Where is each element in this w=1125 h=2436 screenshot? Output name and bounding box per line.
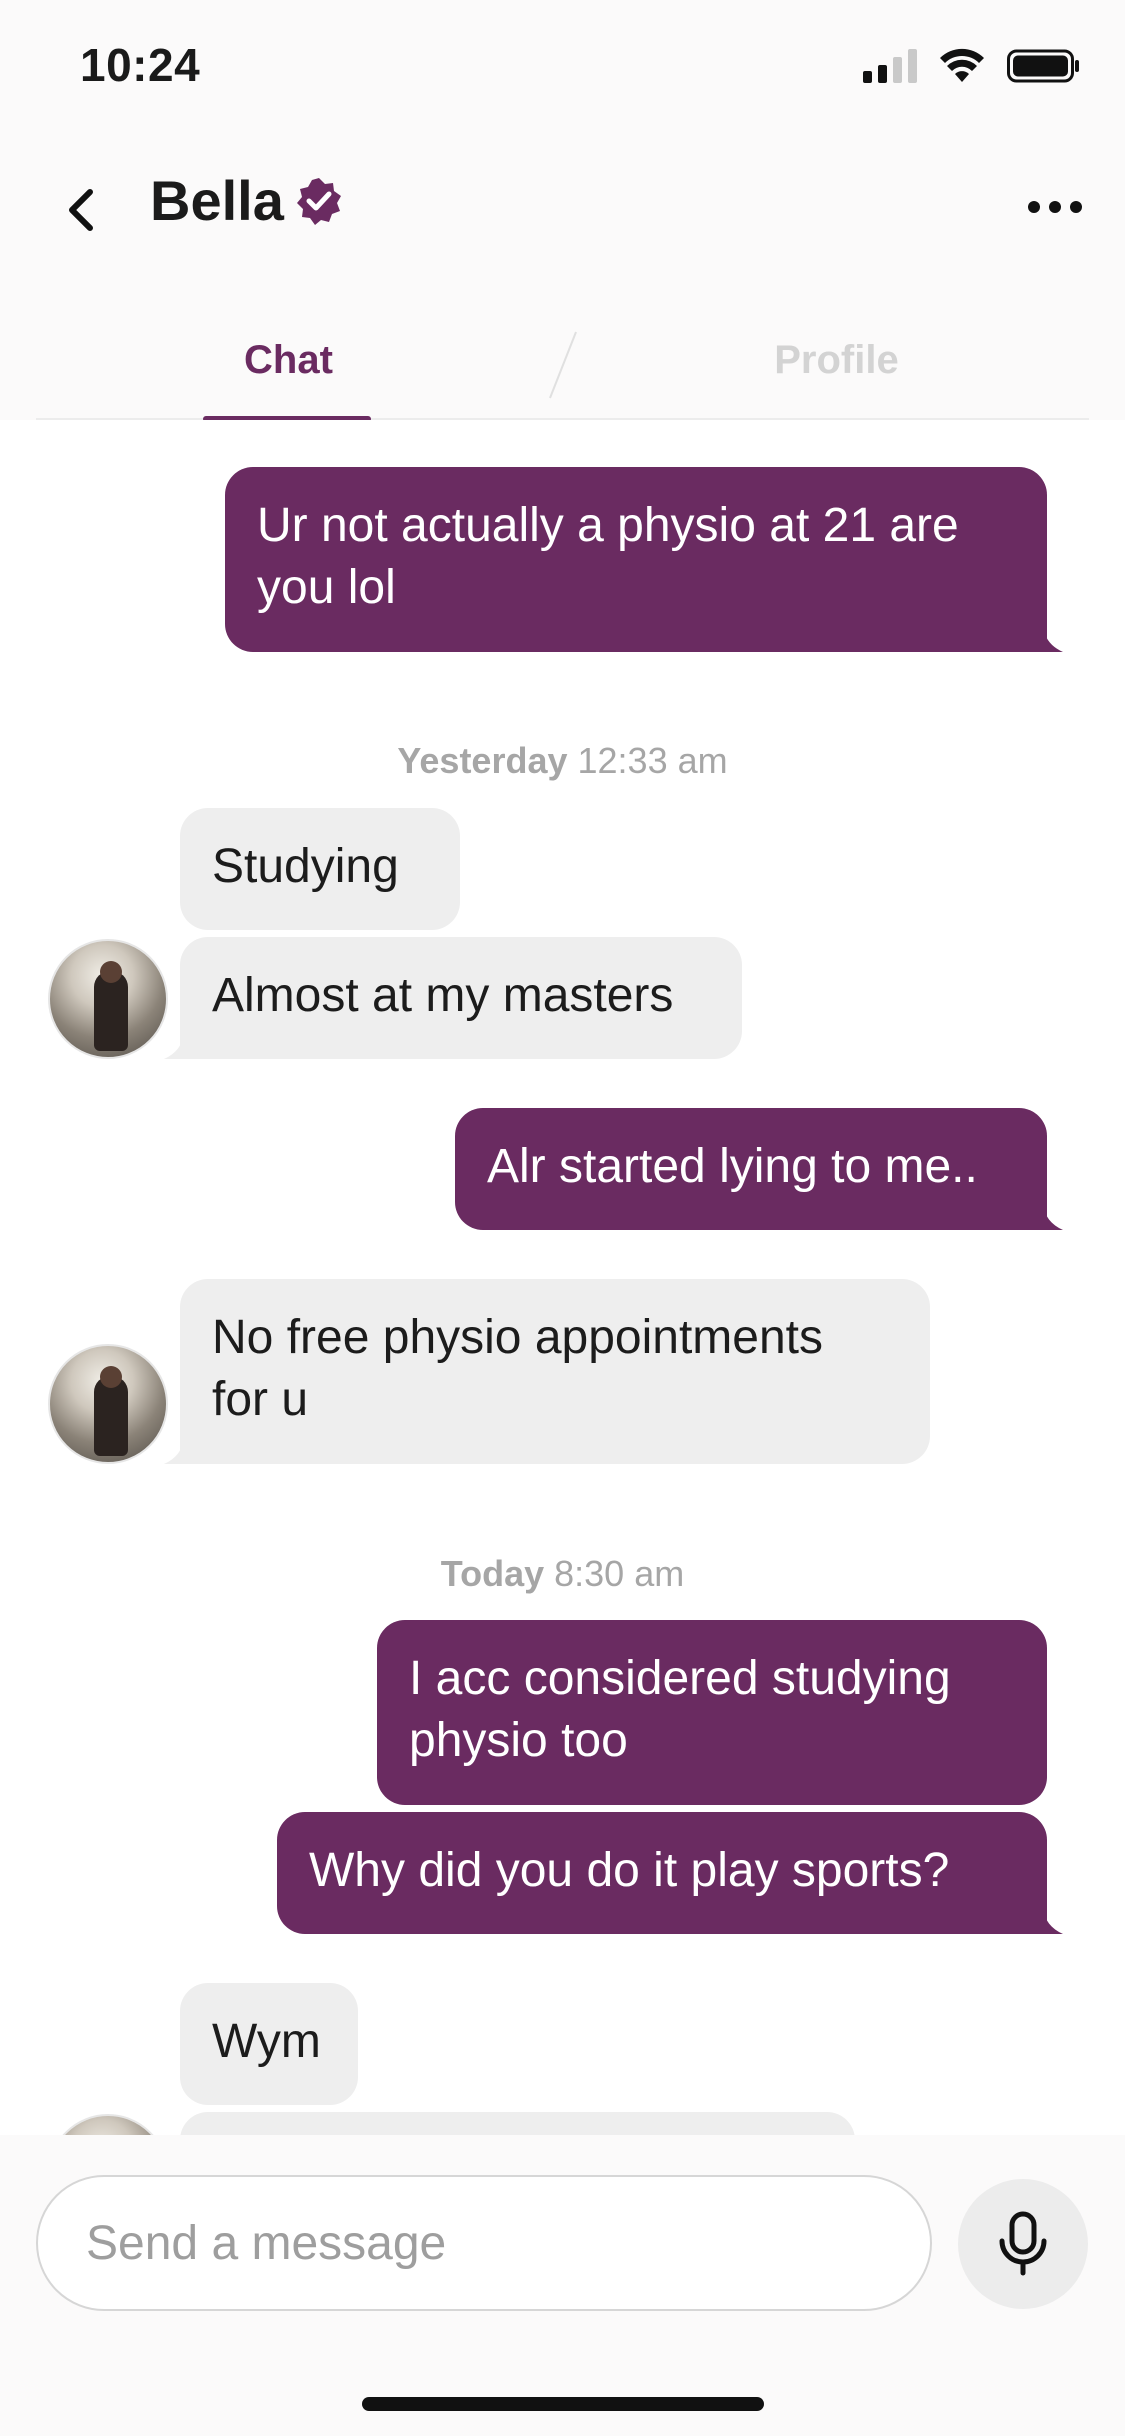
back-button[interactable] (40, 170, 120, 250)
message-text: Wym (212, 2015, 321, 2068)
verified-badge-icon (296, 177, 341, 225)
message-outgoing[interactable]: Why did you do it play sports? (277, 1812, 1063, 1934)
message-text: I acc considered studying (409, 1652, 951, 1705)
contact-name: Bella (150, 169, 284, 232)
timestamp-divider: Yesterday 12:33 am (0, 740, 1125, 782)
timestamp-divider: Today 8:30 am (0, 1553, 1125, 1595)
tab-bar: Chat Profile (36, 300, 1089, 422)
avatar[interactable] (48, 1344, 168, 1464)
message-text: Almost at my masters (212, 969, 674, 1022)
chat-header: Bella Chat Profile (0, 130, 1125, 422)
message-input[interactable]: Send a message (36, 2175, 932, 2311)
tab-chat-label: Chat (244, 337, 333, 382)
avatar[interactable] (48, 939, 168, 1059)
message-input-placeholder: Send a message (86, 2216, 447, 2270)
wifi-icon (940, 48, 984, 82)
bubble-tail (1037, 626, 1063, 652)
bubble-tail (164, 1033, 190, 1059)
timestamp-day: Yesterday (397, 740, 568, 781)
message-text: Alr started lying to me.. (487, 1140, 978, 1193)
message-incoming[interactable] (180, 2112, 855, 2135)
message-composer: Send a message (0, 2135, 1125, 2436)
tab-divider (549, 331, 577, 399)
cellular-signal-icon (863, 49, 917, 83)
timestamp-day: Today (440, 1553, 545, 1594)
message-text: Ur not actually a physio at 21 are (257, 499, 959, 552)
bubble-tail (1037, 1204, 1063, 1230)
message-text: you lol (257, 561, 396, 614)
message-text: Studying (212, 840, 399, 893)
message-text: for u (212, 1373, 309, 1426)
chevron-left-icon (69, 189, 93, 231)
microphone-icon (999, 2211, 1047, 2276)
message-text: No free physio appointments (212, 1311, 824, 1364)
avatar[interactable] (48, 2114, 168, 2135)
tab-profile-label: Profile (774, 337, 899, 382)
home-indicator (362, 2397, 764, 2411)
status-bar: 10:24 (0, 0, 1125, 130)
message-incoming[interactable]: No free physio appointments for u (164, 1279, 930, 1464)
status-time: 10:24 (80, 39, 201, 91)
tab-profile[interactable]: Profile (584, 300, 1089, 420)
message-text: physio too (409, 1714, 628, 1767)
message-outgoing[interactable]: I acc considered studying physio too (377, 1620, 1047, 1805)
timestamp-time: 8:30 am (554, 1553, 685, 1594)
voice-message-button[interactable] (958, 2179, 1088, 2309)
bubble-tail (164, 1438, 190, 1464)
more-options-button[interactable] (1015, 172, 1095, 242)
message-text: Why did you do it play sports? (309, 1844, 950, 1897)
more-horizontal-icon (1028, 201, 1082, 213)
message-incoming[interactable]: Almost at my masters (164, 937, 742, 1059)
tab-chat[interactable]: Chat (36, 300, 541, 422)
message-incoming[interactable]: Wym (180, 1983, 358, 2105)
contact-name-group[interactable]: Bella (150, 168, 344, 233)
message-outgoing[interactable]: Ur not actually a physio at 21 are you l… (225, 467, 1063, 652)
battery-icon (1007, 49, 1079, 83)
message-incoming[interactable]: Studying (180, 808, 460, 930)
bubble-tail (1037, 1908, 1063, 1934)
timestamp-time: 12:33 am (577, 740, 728, 781)
message-outgoing[interactable]: Alr started lying to me.. (455, 1108, 1063, 1230)
message-list[interactable]: Ur not actually a physio at 21 are you l… (0, 420, 1125, 2135)
status-icons (863, 48, 1081, 84)
